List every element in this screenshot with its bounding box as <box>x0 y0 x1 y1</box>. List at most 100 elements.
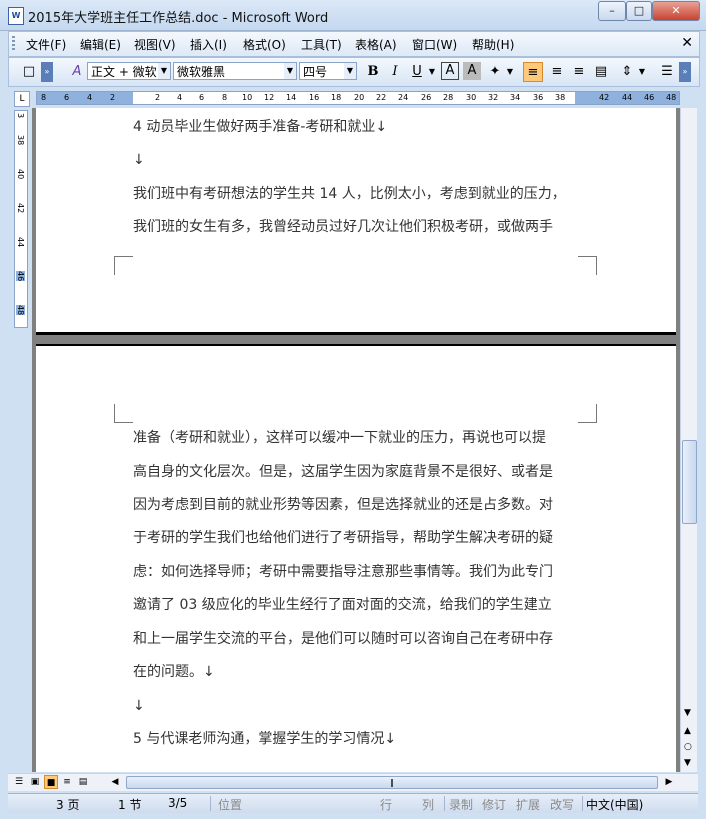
menu-grip-icon[interactable] <box>12 36 15 52</box>
web-layout-icon[interactable]: ▣ <box>28 775 42 789</box>
menu-edit[interactable]: 编辑(E) <box>80 36 121 53</box>
menu-tools[interactable]: 工具(T) <box>301 36 342 53</box>
underline-button[interactable]: U <box>407 62 427 82</box>
char-border-button[interactable]: A <box>441 62 459 80</box>
ruler-tick: 6 <box>64 93 70 102</box>
ruler-tick: 48 <box>666 93 677 102</box>
status-language[interactable]: 中文(中国) <box>586 796 643 813</box>
char-shading-button[interactable]: A <box>463 62 481 80</box>
menu-table[interactable]: 表格(A) <box>355 36 397 53</box>
status-divider <box>444 796 445 811</box>
menu-view[interactable]: 视图(V) <box>134 36 176 53</box>
paragraph[interactable]: ↓ <box>133 690 583 723</box>
menu-window[interactable]: 窗口(W) <box>412 36 457 53</box>
scroll-left-icon[interactable]: ◀ <box>108 775 122 789</box>
vertical-ruler[interactable]: 3 38 40 42 44 46 48 <box>14 110 28 328</box>
outline-view-icon[interactable]: ≡ <box>60 775 74 789</box>
numbering-icon[interactable]: ☰ <box>657 62 677 82</box>
toolbar-options-icon[interactable]: » <box>41 62 53 82</box>
paragraph[interactable]: 虑：如何选择导师；考研中需要指导注意那些事情等。我们为此专门 <box>133 556 583 589</box>
ruler-tick: 40 <box>16 169 25 180</box>
document-area[interactable]: 4 动员毕业生做好两手准备-考研和就业↓ ↓ 我们班中有考研想法的学生共 14 … <box>32 108 680 772</box>
italic-button[interactable]: I <box>385 62 405 82</box>
menu-file[interactable]: 文件(F) <box>26 36 66 53</box>
paragraph[interactable]: 5 与代课老师沟通，掌握学生的学习情况↓ <box>133 723 583 756</box>
ruler-tick: 38 <box>555 93 566 102</box>
select-browse-object-icon[interactable]: ○ <box>684 742 692 752</box>
paragraph[interactable]: 我们班的女生有多，我曾经动员过好几次让他们积极考研，或做两手 <box>133 211 583 244</box>
ruler-tick: 34 <box>510 93 521 102</box>
paragraph[interactable]: 邀请了 03 级应化的毕业生经行了面对面的交流，给我们的学生建立 <box>133 589 583 622</box>
menu-format[interactable]: 格式(O) <box>243 36 286 53</box>
title-bar: W 2015年大学班主任工作总结.doc - Microsoft Word – … <box>0 0 706 31</box>
close-button[interactable]: ✕ <box>652 1 700 21</box>
line-spacing-icon[interactable]: ⇕ <box>617 62 637 82</box>
ruler-tick: 6 <box>199 93 205 102</box>
status-overtype[interactable]: 改写 <box>550 796 574 813</box>
bold-button[interactable]: B <box>363 62 383 82</box>
minimize-button[interactable]: – <box>598 1 626 21</box>
align-justify-icon[interactable]: ≡ <box>523 62 543 82</box>
paragraph[interactable]: 在的问题。↓ <box>133 656 583 689</box>
menu-insert[interactable]: 插入(I) <box>190 36 227 53</box>
crop-mark <box>578 256 597 275</box>
ruler-tick: 48 <box>16 305 25 316</box>
horizontal-scroll-area: ☰ ▣ ■ ≡ ▤ ◀ ‖ ▶ <box>8 773 698 791</box>
next-page-icon[interactable]: ▼ <box>684 758 691 768</box>
page-4[interactable]: 准备（考研和就业），这样可以缓冲一下就业的压力，再说也可以提 高自身的文化层次。… <box>36 344 676 772</box>
print-layout-icon[interactable]: ■ <box>44 775 58 789</box>
ruler-tick: 2 <box>155 93 161 102</box>
phonetic-dropdown-icon[interactable]: ▼ <box>505 62 515 82</box>
line-spacing-dropdown-icon[interactable]: ▼ <box>637 62 647 82</box>
previous-page-icon[interactable]: ▲ <box>684 726 691 736</box>
paragraph[interactable]: 高自身的文化层次。但是，这届学生因为家庭背景不是很好、或者是 <box>133 456 583 489</box>
paragraph[interactable]: 4 动员毕业生做好两手准备-考研和就业↓ <box>133 111 583 144</box>
status-position: 位置 <box>218 798 243 812</box>
underline-dropdown-icon[interactable]: ▼ <box>427 62 437 82</box>
reading-layout-icon[interactable]: ▤ <box>76 775 90 789</box>
word-app-icon[interactable]: W <box>8 7 24 25</box>
document-close-icon[interactable]: ✕ <box>681 35 693 51</box>
phonetic-guide-icon[interactable]: ✦ <box>485 62 505 82</box>
page-3[interactable]: 4 动员毕业生做好两手准备-考研和就业↓ ↓ 我们班中有考研想法的学生共 14 … <box>36 108 676 335</box>
scroll-down-icon[interactable]: ▼ <box>684 708 691 718</box>
font-select[interactable]: 微软雅黑 ▼ <box>173 62 297 80</box>
status-bar: 3 页 1 节 3/5 位置 行 列 录制 修订 扩展 改写 中文(中国) <box>8 793 698 813</box>
paragraph[interactable]: 因为考虑到目前的就业形势等因素，但是选择就业的还是占多数。对 <box>133 489 583 522</box>
align-right-icon[interactable]: ≡ <box>569 62 589 82</box>
distributed-align-icon[interactable]: ▤ <box>591 62 611 82</box>
menu-help[interactable]: 帮助(H) <box>472 36 514 53</box>
status-track-changes[interactable]: 修订 <box>482 796 506 813</box>
ruler-tick: 30 <box>466 93 477 102</box>
tab-selector[interactable]: L <box>14 91 30 107</box>
ruler-tick: 44 <box>622 93 633 102</box>
horizontal-scroll-thumb[interactable]: ‖ <box>126 776 658 789</box>
ruler-tick: 36 <box>533 93 544 102</box>
paragraph[interactable]: ↓ <box>133 144 583 177</box>
ruler-tick: 22 <box>376 93 387 102</box>
align-center-icon[interactable]: ≡ <box>547 62 567 82</box>
font-size-select[interactable]: 四号 ▼ <box>299 62 357 80</box>
scroll-right-icon[interactable]: ▶ <box>662 775 676 789</box>
ruler-tick: 18 <box>331 93 342 102</box>
status-record[interactable]: 录制 <box>449 796 473 813</box>
styles-pane-icon[interactable]: A <box>67 62 87 82</box>
maximize-button[interactable]: □ <box>626 1 652 21</box>
toolbar-overflow-icon[interactable]: » <box>679 62 691 82</box>
vertical-scrollbar[interactable]: ▼ ▲ ○ ▼ <box>680 108 697 772</box>
status-section: 1 节 <box>118 798 142 812</box>
horizontal-ruler[interactable]: 8 6 4 2 2 4 6 8 10 12 14 16 18 20 22 24 … <box>36 91 680 105</box>
paragraph[interactable]: 我们班中有考研想法的学生共 14 人，比例太小，考虑到就业的压力， <box>133 178 583 211</box>
paragraph[interactable]: 和上一届学生交流的平台，是他们可以随时可以咨询自己在考研中存 <box>133 623 583 656</box>
ruler-tick: 46 <box>644 93 655 102</box>
ruler-tick: 20 <box>354 93 365 102</box>
normal-view-icon[interactable]: ☰ <box>12 775 26 789</box>
paragraph[interactable]: 于考研的学生我们也给他们进行了考研指导，帮助学生解决考研的疑 <box>133 522 583 555</box>
status-extend[interactable]: 扩展 <box>516 796 540 813</box>
scroll-thumb[interactable] <box>682 440 697 524</box>
paragraph[interactable]: 准备（考研和就业），这样可以缓冲一下就业的压力，再说也可以提 <box>133 422 583 455</box>
chevron-down-icon: ▼ <box>344 63 356 79</box>
new-document-icon[interactable]: □ <box>19 62 39 82</box>
style-select[interactable]: 正文 + 微软 ▼ <box>87 62 171 80</box>
ruler-tick: 42 <box>16 203 25 214</box>
